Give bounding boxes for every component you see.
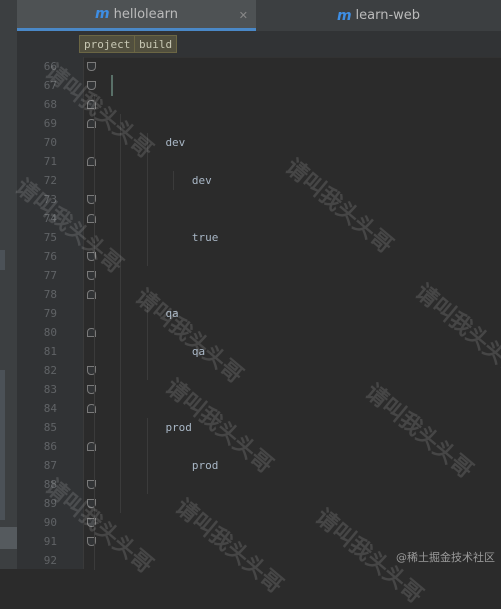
tab-label: hellolearn xyxy=(113,6,178,22)
line-number: 85 xyxy=(43,421,57,434)
code-editor[interactable]: dev dev true qa qa prod prod xyxy=(84,57,501,570)
code-line: qa xyxy=(165,307,179,320)
code-line: dev xyxy=(165,136,186,149)
editor-tab-bar: m hellolearn ✕ m learn-web xyxy=(17,0,501,32)
line-number: 83 xyxy=(43,383,57,396)
line-number: 79 xyxy=(43,307,57,320)
indent-guide xyxy=(94,95,95,570)
tab-learn-web[interactable]: m learn-web xyxy=(256,0,501,31)
line-number: 80 xyxy=(43,326,57,339)
line-number: 70 xyxy=(43,136,57,149)
code-line: prod xyxy=(191,459,219,472)
line-number: 68 xyxy=(43,98,57,111)
indent-guide xyxy=(120,114,122,513)
breadcrumb: project build xyxy=(17,31,501,58)
line-number: 66 xyxy=(43,60,57,73)
line-number: 77 xyxy=(43,269,57,282)
line-number: 67 xyxy=(43,79,57,92)
line-number: 87 xyxy=(43,459,57,472)
line-number: 74 xyxy=(43,212,57,225)
line-number: 84 xyxy=(43,402,57,415)
line-number: 92 xyxy=(43,554,57,567)
line-number: 78 xyxy=(43,288,57,301)
line-number-gutter: 66 67 68 69 70 71 72 73 74 75 76 77 78 79 80 81 82 83 84 85… xyxy=(17,57,96,569)
maven-icon: m xyxy=(336,7,352,24)
strip-marker xyxy=(0,250,5,270)
left-tool-strip xyxy=(0,0,17,569)
line-number: 69 xyxy=(43,117,57,130)
strip-selection[interactable] xyxy=(0,527,17,549)
line-number: 82 xyxy=(43,364,57,377)
line-number: 89 xyxy=(43,497,57,510)
breadcrumb-item-build[interactable]: build xyxy=(134,35,178,53)
line-number: 76 xyxy=(43,250,57,263)
breadcrumb-item-project[interactable]: project xyxy=(79,35,136,53)
line-number: 73 xyxy=(43,193,57,206)
indent-guide xyxy=(173,171,175,190)
line-number: 88 xyxy=(43,478,57,491)
line-number: 91 xyxy=(43,535,57,548)
line-number: 81 xyxy=(43,345,57,358)
line-number: 75 xyxy=(43,231,57,244)
tab-hellolearn[interactable]: m hellolearn ✕ xyxy=(17,0,256,31)
code-line: qa xyxy=(191,345,206,358)
line-number: 71 xyxy=(43,155,57,168)
line-number: 72 xyxy=(43,174,57,187)
footer-watermark: @稀土掘金技术社区 xyxy=(396,551,495,564)
code-line: prod xyxy=(165,421,192,434)
indent-guide xyxy=(146,133,148,266)
indent-guide xyxy=(146,418,148,494)
line-number: 90 xyxy=(43,516,57,529)
maven-icon: m xyxy=(95,6,110,22)
indent-guide xyxy=(146,304,148,380)
close-icon[interactable]: ✕ xyxy=(239,9,248,22)
code-line: true xyxy=(191,231,219,244)
line-number: 86 xyxy=(43,440,57,453)
strip-scroll-marker xyxy=(0,370,5,520)
code-line: dev xyxy=(191,174,212,187)
tab-label: learn-web xyxy=(355,8,421,23)
